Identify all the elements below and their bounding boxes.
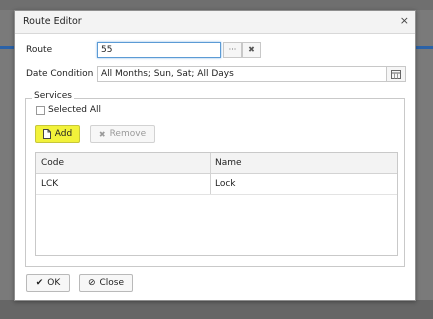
services-legend: Services: [32, 91, 74, 101]
background-accent-left: [0, 46, 14, 49]
background-bottom: [0, 300, 433, 319]
close-button[interactable]: ⊘ Close: [79, 274, 133, 292]
add-label: Add: [54, 129, 73, 139]
date-condition-input[interactable]: [97, 66, 388, 82]
dialog-title: Route Editor: [23, 16, 82, 27]
dialog-titlebar: Route Editor ×: [15, 11, 415, 34]
select-all-checkbox[interactable]: [36, 106, 45, 115]
remove-label: Remove: [109, 129, 147, 139]
background-accent-right: [414, 46, 433, 49]
x-icon: ✖: [98, 129, 106, 139]
ok-label: OK: [47, 278, 61, 288]
route-editor-dialog: Route Editor × Route ··· ✖ Date Conditio…: [14, 10, 416, 301]
calendar-icon: [391, 70, 401, 79]
dialog-close-icon[interactable]: ×: [400, 14, 409, 27]
select-all-label: Selected All: [48, 105, 102, 115]
column-header-name[interactable]: Name: [215, 158, 242, 168]
ok-button[interactable]: ✔ OK: [26, 274, 70, 292]
row-code-cell: LCK: [41, 179, 59, 189]
table-row[interactable]: LCK Lock: [36, 173, 397, 195]
background-top: [0, 0, 433, 10]
route-clear-button[interactable]: ✖: [242, 42, 261, 58]
services-table: Code Name LCK Lock: [35, 152, 398, 256]
date-condition-label: Date Condition: [26, 69, 94, 79]
table-header: Code Name: [36, 153, 397, 174]
row-name-cell: Lock: [215, 179, 236, 189]
calendar-button[interactable]: [386, 66, 406, 82]
check-icon: ✔: [35, 278, 44, 288]
remove-button[interactable]: ✖ Remove: [90, 125, 155, 143]
add-button[interactable]: Add: [35, 125, 80, 143]
route-label: Route: [26, 45, 53, 55]
column-divider: [210, 153, 211, 194]
file-icon: [42, 129, 51, 139]
close-label: Close: [99, 278, 125, 288]
route-input[interactable]: [97, 42, 221, 58]
column-header-code[interactable]: Code: [41, 158, 64, 168]
route-more-button[interactable]: ···: [223, 42, 242, 58]
ban-icon: ⊘: [87, 278, 96, 288]
